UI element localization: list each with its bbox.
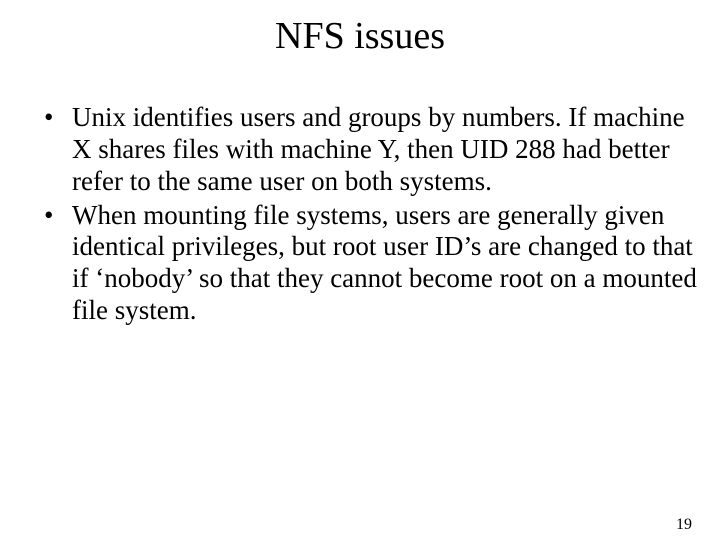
slide-title: NFS issues	[0, 14, 720, 58]
bullet-item: When mounting file systems, users are ge…	[44, 200, 698, 327]
bullet-list: Unix identifies users and groups by numb…	[44, 102, 698, 327]
slide: NFS issues Unix identifies users and gro…	[0, 14, 720, 540]
page-number: 19	[676, 516, 692, 534]
slide-body: Unix identifies users and groups by numb…	[0, 102, 720, 327]
bullet-item: Unix identifies users and groups by numb…	[44, 102, 698, 198]
